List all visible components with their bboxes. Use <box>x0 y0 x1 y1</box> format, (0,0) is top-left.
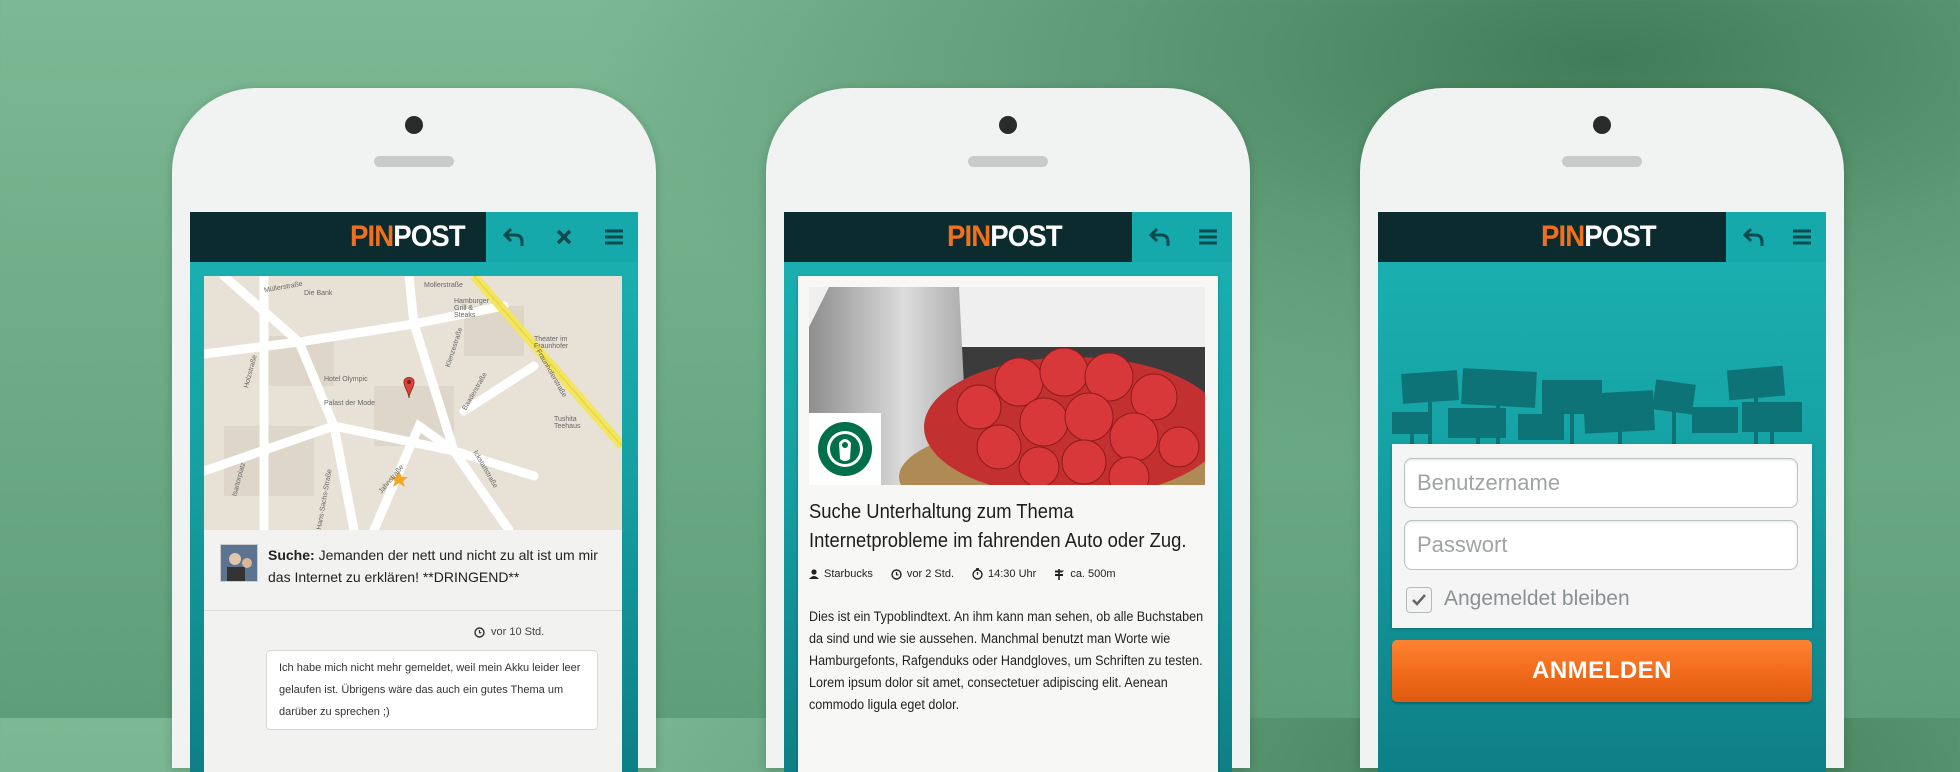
post-text: Suche: Jemanden der nett und nicht zu al… <box>268 544 608 588</box>
earpiece-speaker <box>1562 156 1642 167</box>
logo-pin: PIN <box>1541 220 1585 253</box>
meta-clock-text: 14:30 Uhr <box>988 568 1037 580</box>
back-button[interactable] <box>490 212 538 262</box>
post-body: Jemanden der nett und nicht zu alt ist u… <box>268 547 598 585</box>
username-input[interactable] <box>1405 459 1797 507</box>
login-form: Angemeldet bleiben <box>1392 444 1812 628</box>
stopwatch-icon <box>972 568 983 580</box>
phone-map-view: PINPOST Müllerstraße Mollerstraße Die Ba… <box>172 88 656 772</box>
pinpost-logo: PINPOST <box>350 220 466 254</box>
clock-icon <box>474 626 485 638</box>
login-button[interactable]: ANMELDEN <box>1392 640 1812 702</box>
reply-text: Ich habe mich nicht mehr gemeldet, weil … <box>279 662 581 718</box>
poi-label: Die Bank <box>304 290 333 297</box>
poi-label: Tushita Teehaus <box>554 416 581 430</box>
front-camera <box>1593 116 1611 134</box>
back-arrow-icon <box>1149 227 1170 246</box>
user-avatar <box>220 544 258 582</box>
post-image <box>809 287 1205 485</box>
checkmark-icon <box>1412 594 1426 606</box>
menu-button[interactable] <box>590 212 638 262</box>
poi-label: Hotel Olympic <box>324 376 368 383</box>
pinpost-logo: PINPOST <box>1541 220 1657 254</box>
logo-post: POST <box>393 220 465 253</box>
app-header: PINPOST <box>190 212 638 262</box>
avatar-image <box>221 545 257 581</box>
post-label: Suche: <box>268 547 315 563</box>
login-button-label: ANMELDEN <box>1532 657 1672 684</box>
location-map[interactable]: Müllerstraße Mollerstraße Die Bank Hambu… <box>204 276 622 530</box>
post-item[interactable]: Suche: Jemanden der nett und nicht zu al… <box>204 530 622 610</box>
meta-distance-text: ca. 500m <box>1070 568 1116 580</box>
screen: PINPOST <box>784 212 1232 772</box>
post-meta: Starbucks vor 2 Std. 14:30 Uhr ca. 500m <box>809 568 1116 580</box>
logo-bar: PINPOST <box>1378 212 1726 262</box>
thread-area: vor 10 Std. Ich habe mich nicht mehr gem… <box>204 610 622 772</box>
clock-icon <box>891 568 902 580</box>
back-button[interactable] <box>1730 212 1778 262</box>
password-field[interactable] <box>1404 520 1798 570</box>
screen: PINPOST <box>1378 212 1826 772</box>
front-camera <box>405 116 423 134</box>
logo-bar: PINPOST <box>784 212 1132 262</box>
menu-button[interactable] <box>1184 212 1232 262</box>
meta-posted: vor 2 Std. <box>891 568 954 580</box>
front-camera <box>999 116 1017 134</box>
post-detail-card: Suche Unterhaltung zum Thema Internetpro… <box>798 276 1218 772</box>
logo-post: POST <box>990 220 1062 253</box>
meta-user: Starbucks <box>809 568 873 580</box>
phone-post-detail: PINPOST Suche Unterhaltung zum Thema Int… <box>766 88 1250 772</box>
meta-user-text: Starbucks <box>824 568 873 580</box>
meta-time-text: vor 2 Std. <box>906 568 954 580</box>
close-button[interactable] <box>540 212 588 262</box>
password-input[interactable] <box>1405 521 1797 569</box>
starbucks-logo <box>809 413 881 485</box>
user-icon <box>809 569 819 579</box>
meta-distance: ca. 500m <box>1054 568 1116 580</box>
remember-checkbox[interactable] <box>1406 587 1432 613</box>
poi-label: Palast der Mode <box>324 400 375 407</box>
pinpost-logo: PINPOST <box>947 220 1063 254</box>
starbucks-siren-icon <box>818 422 872 476</box>
earpiece-speaker <box>968 156 1048 167</box>
logo-pin: PIN <box>947 220 991 253</box>
map-streets <box>204 276 622 530</box>
back-arrow-icon <box>1743 227 1764 246</box>
back-button[interactable] <box>1136 212 1184 262</box>
reply-bubble: Ich habe mich nicht mehr gemeldet, weil … <box>266 650 598 730</box>
meta-event-time: 14:30 Uhr <box>972 568 1036 580</box>
divider <box>204 610 622 611</box>
poi-label: Hamburger Grill & Steaks <box>454 298 490 319</box>
reply-time: vor 10 Std. <box>491 626 545 638</box>
post-title: Suche Unterhaltung zum Thema Internetpro… <box>809 501 1187 552</box>
app-header: PINPOST <box>784 212 1232 262</box>
screen: PINPOST <box>190 212 638 772</box>
menu-button[interactable] <box>1778 212 1826 262</box>
hamburger-menu-icon <box>1199 229 1217 245</box>
app-header: PINPOST <box>1378 212 1826 262</box>
hamburger-menu-icon <box>605 229 623 245</box>
logo-bar: PINPOST <box>190 212 486 262</box>
post-description: Dies ist ein Typoblindtext. An ihm kann … <box>809 609 1204 712</box>
phone-login: PINPOST Benutzername Angemeldet bleiben … <box>1360 88 1844 772</box>
back-arrow-icon <box>503 227 524 246</box>
logo-pin: PIN <box>350 220 394 253</box>
signpost-icon <box>1055 568 1065 580</box>
protest-signs-illustration <box>1392 365 1812 452</box>
logo-post: POST <box>1584 220 1656 253</box>
username-field[interactable] <box>1404 458 1798 508</box>
street-label: Mollerstraße <box>424 282 463 289</box>
earpiece-speaker <box>374 156 454 167</box>
reply-timestamp: vor 10 Std. <box>474 626 544 638</box>
close-icon <box>556 229 572 245</box>
hamburger-menu-icon <box>1793 229 1811 245</box>
remember-label: Angemeldet bleiben <box>1444 587 1630 610</box>
